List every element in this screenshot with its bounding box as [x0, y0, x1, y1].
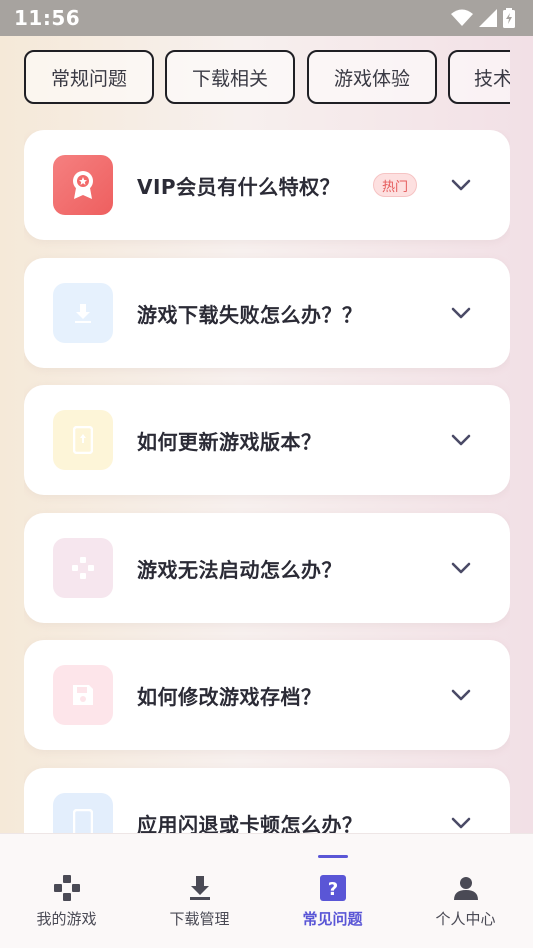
gamepad-icon [51, 872, 83, 904]
faq-title: VIP会员有什么特权？ [137, 174, 341, 199]
nav-downloads[interactable]: 下载管理 [133, 834, 266, 948]
nav-faq[interactable]: ? 常见问题 [266, 834, 399, 948]
badge-award-icon [53, 155, 113, 215]
chevron-down-icon[interactable] [450, 178, 472, 192]
active-indicator [317, 855, 348, 858]
faq-list: VIP会员有什么特权？ 热门 游戏下载失败怎么办？？ 如何更新游戏版本？ 游戏无… [24, 130, 510, 833]
faq-item[interactable]: 如何修改游戏存档？ [24, 640, 510, 750]
nav-label: 我的游戏 [36, 910, 97, 928]
nav-my-games[interactable]: 我的游戏 [0, 834, 133, 948]
status-time: 11:56 [14, 6, 81, 30]
svg-text:?: ? [327, 879, 337, 900]
signal-icon [479, 9, 497, 27]
nav-label: 个人中心 [435, 910, 496, 928]
faq-item[interactable]: 游戏无法启动怎么办？ [24, 513, 510, 623]
wifi-icon [451, 9, 473, 26]
faq-title: 应用闪退或卡顿怎么办？ [137, 812, 363, 834]
nav-label: 下载管理 [169, 910, 230, 928]
faq-item[interactable]: 游戏下载失败怎么办？？ [24, 258, 510, 368]
chevron-down-icon[interactable] [450, 561, 472, 575]
battery-icon [503, 8, 515, 28]
faq-item[interactable]: VIP会员有什么特权？ 热门 [24, 130, 510, 240]
chevron-down-icon[interactable] [450, 306, 472, 320]
mobile-icon [53, 793, 113, 833]
faq-item[interactable]: 应用闪退或卡顿怎么办？ [24, 768, 510, 833]
bottom-nav: 我的游戏 下载管理 ? 常见问题 个人中心 [0, 833, 533, 948]
chip-download[interactable]: 下载相关 [165, 50, 295, 104]
person-icon [450, 872, 482, 904]
download-icon [184, 872, 216, 904]
question-icon: ? [317, 872, 349, 904]
faq-item[interactable]: 如何更新游戏版本？ [24, 385, 510, 495]
save-icon [53, 665, 113, 725]
faq-title: 如何更新游戏版本？ [137, 429, 322, 454]
faq-title: 游戏下载失败怎么办？？ [137, 302, 363, 327]
status-bar: 11:56 [0, 0, 533, 36]
chip-tech[interactable]: 技术 [448, 50, 510, 104]
nav-profile[interactable]: 个人中心 [399, 834, 532, 948]
category-chips: 常规问题 下载相关 游戏体验 技术 [24, 50, 510, 106]
chevron-down-icon[interactable] [450, 433, 472, 447]
nav-label: 常见问题 [302, 910, 363, 928]
download-icon [53, 283, 113, 343]
phone-update-icon [53, 410, 113, 470]
faq-title: 如何修改游戏存档？ [137, 684, 322, 709]
chevron-down-icon[interactable] [450, 816, 472, 830]
chip-general[interactable]: 常规问题 [24, 50, 154, 104]
gamepad-icon [53, 538, 113, 598]
faq-title: 游戏无法启动怎么办？ [137, 557, 342, 582]
status-icons [451, 8, 515, 28]
hot-badge: 热门 [373, 173, 418, 197]
chevron-down-icon[interactable] [450, 688, 472, 702]
chip-game-experience[interactable]: 游戏体验 [307, 50, 437, 104]
